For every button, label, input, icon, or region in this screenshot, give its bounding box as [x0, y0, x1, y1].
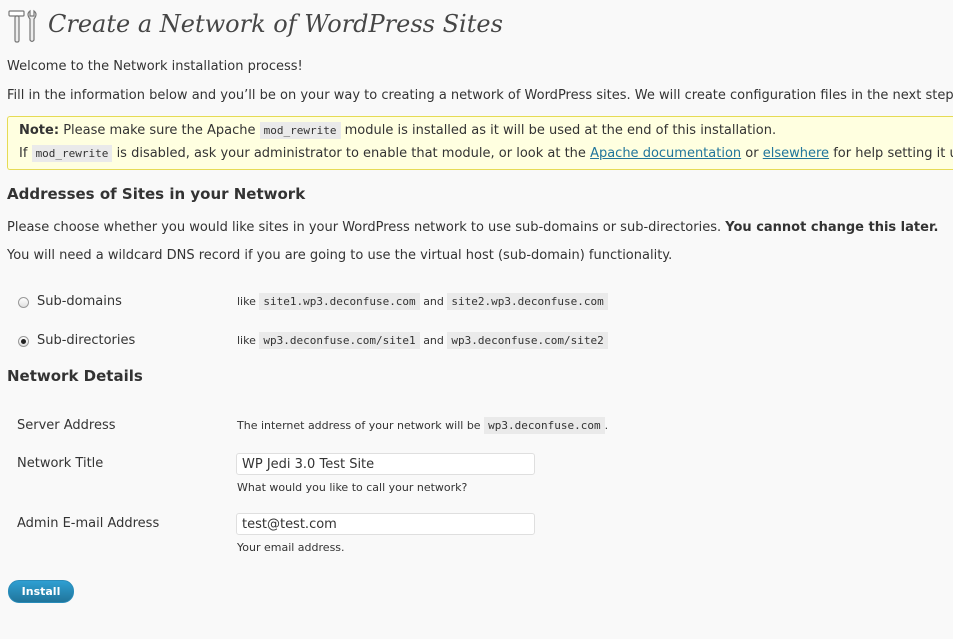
- wildcard-text: You will need a wildcard DNS record if y…: [7, 248, 673, 263]
- subdirectories-label[interactable]: Sub-directories: [37, 333, 135, 348]
- network-title-label: Network Title: [17, 456, 104, 471]
- example-code: site2.wp3.deconfuse.com: [447, 293, 608, 310]
- server-address-label: Server Address: [17, 418, 116, 433]
- notice-line-2: If mod_rewrite is disabled, ask your adm…: [19, 145, 953, 162]
- server-address-value: The internet address of your network wil…: [237, 417, 609, 434]
- notice-text: or: [745, 146, 759, 161]
- intro-text: Fill in the information below and you’ll…: [7, 88, 953, 103]
- code-snippet: mod_rewrite: [31, 145, 113, 162]
- example-code: wp3.deconfuse.com/site1: [259, 332, 420, 349]
- code-snippet: mod_rewrite: [259, 122, 341, 139]
- admin-email-help: Your email address.: [237, 541, 345, 554]
- addresses-heading: Addresses of Sites in your Network: [7, 185, 306, 203]
- choose-text-warning: You cannot change this later.: [725, 220, 939, 235]
- page-title: Create a Network of WordPress Sites: [48, 10, 503, 38]
- example-code: site1.wp3.deconfuse.com: [259, 293, 420, 310]
- like-text: like: [237, 295, 256, 308]
- welcome-text: Welcome to the Network installation proc…: [7, 59, 303, 74]
- network-details-heading: Network Details: [7, 367, 143, 385]
- network-title-input[interactable]: [236, 453, 535, 475]
- tools-icon: [8, 8, 42, 44]
- network-title-help: What would you like to call your network…: [237, 481, 468, 494]
- like-text: like: [237, 334, 256, 347]
- choose-text: Please choose whether you would like sit…: [7, 220, 938, 235]
- notice-box: Note: Please make sure the Apache mod_re…: [7, 116, 953, 170]
- subdomains-example: like site1.wp3.deconfuse.com and site2.w…: [237, 293, 608, 310]
- period: .: [604, 419, 609, 432]
- and-text: and: [423, 295, 444, 308]
- subdomains-label[interactable]: Sub-domains: [37, 294, 122, 309]
- install-button[interactable]: Install: [8, 580, 74, 603]
- apache-documentation-link[interactable]: Apache documentation: [590, 146, 741, 161]
- example-code: wp3.deconfuse.com/site2: [447, 332, 608, 349]
- elsewhere-link[interactable]: elsewhere: [763, 146, 829, 161]
- note-label: Note:: [19, 123, 60, 138]
- subdomains-radio[interactable]: [18, 297, 29, 308]
- and-text: and: [423, 334, 444, 347]
- server-address-code: wp3.deconfuse.com: [484, 417, 605, 434]
- notice-line-1: Note: Please make sure the Apache mod_re…: [19, 122, 777, 139]
- admin-email-input[interactable]: [236, 513, 535, 535]
- server-address-text: The internet address of your network wil…: [237, 419, 481, 432]
- admin-email-label: Admin E-mail Address: [17, 516, 160, 531]
- notice-text: for help setting it up.: [833, 146, 953, 161]
- subdirectories-example: like wp3.deconfuse.com/site1 and wp3.dec…: [237, 332, 608, 349]
- choose-text-main: Please choose whether you would like sit…: [7, 220, 722, 235]
- notice-text: is disabled, ask your administrator to e…: [116, 146, 586, 161]
- notice-text: Please make sure the Apache: [63, 123, 256, 138]
- notice-text: If: [19, 146, 28, 161]
- notice-text: module is installed as it will be used a…: [344, 123, 777, 138]
- subdirectories-radio[interactable]: [18, 336, 29, 347]
